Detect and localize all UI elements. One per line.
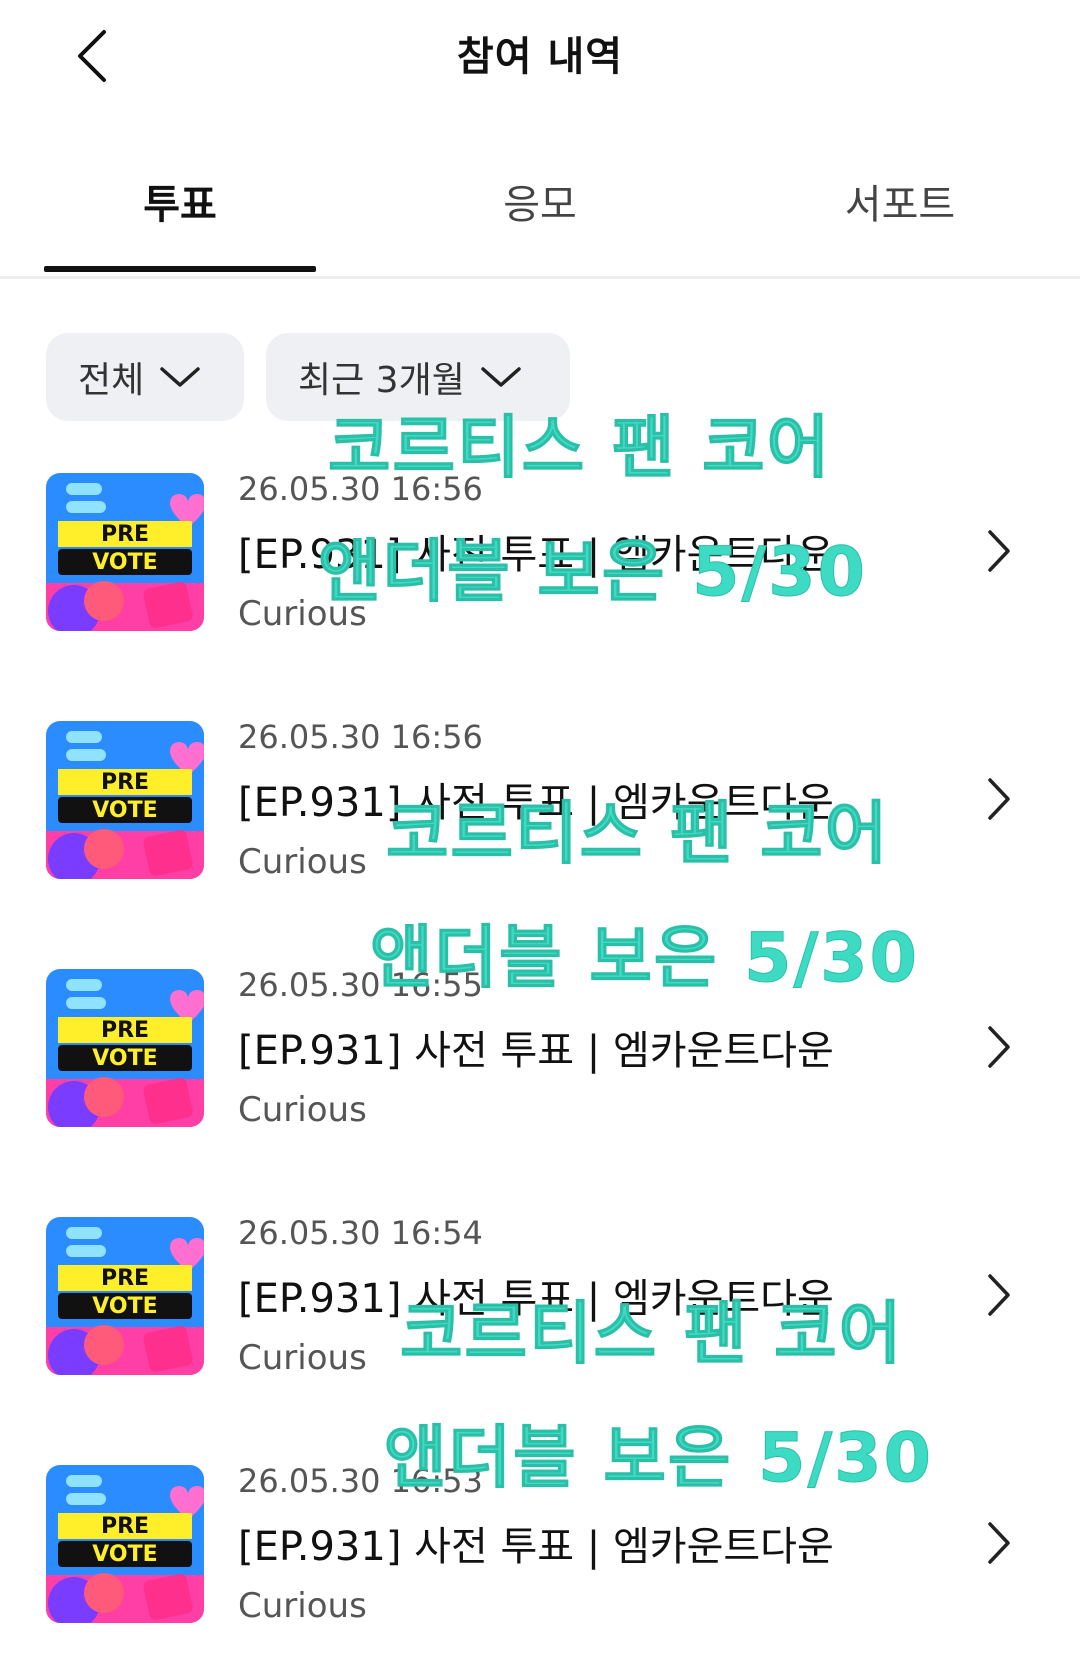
badge-top-text: PRE [101, 522, 149, 547]
item-title: [EP.931] 사전 투표 | 엠카운트다운 [238, 1028, 834, 1074]
badge-top-text: PRE [101, 770, 149, 795]
item-date: 26.05.30 16:54 [238, 1214, 483, 1252]
badge-top-text: PRE [101, 1018, 149, 1043]
item-subtitle: Curious [238, 1338, 367, 1378]
item-date: 26.05.30 16:55 [238, 966, 483, 1004]
badge-bottom-text: VOTE [92, 798, 157, 823]
filter-row: 전체 최근 3개월 [0, 333, 1080, 423]
badge-top-text: PRE [101, 1266, 149, 1291]
chevron-down-icon [481, 367, 521, 387]
item-title: [EP.931] 사전 투표 | 엠카운트다운 [238, 1276, 834, 1322]
chevron-down-icon [160, 367, 200, 387]
badge-bottom-text: VOTE [92, 1294, 157, 1319]
tab-bar: 투표 응모 서포트 [0, 150, 1080, 279]
header-bar: 참여 내역 [0, 0, 1080, 110]
badge-top-text: PRE [101, 1514, 149, 1539]
list-item[interactable]: PRE VOTE 26.05.30 16:55 [EP.931] 사전 투표 |… [0, 966, 1080, 1136]
item-subtitle: Curious [238, 1586, 367, 1626]
list-item[interactable]: PRE VOTE 26.05.30 16:56 [EP.931] 사전 투표 |… [0, 470, 1080, 640]
chevron-right-icon [988, 530, 1010, 572]
pre-vote-thumbnail: PRE VOTE [46, 1217, 204, 1375]
item-title: [EP.931] 사전 투표 | 엠카운트다운 [238, 532, 834, 578]
chevron-right-icon [988, 778, 1010, 820]
period-filter-label: 최근 3개월 [298, 360, 465, 401]
active-tab-indicator [44, 266, 316, 272]
chevron-right-icon [988, 1274, 1010, 1316]
item-date: 26.05.30 16:53 [238, 1462, 483, 1500]
item-title: [EP.931] 사전 투표 | 엠카운트다운 [238, 780, 834, 826]
item-title: [EP.931] 사전 투표 | 엠카운트다운 [238, 1524, 834, 1570]
page-title: 참여 내역 [456, 34, 624, 80]
category-filter-dropdown[interactable]: 전체 [46, 333, 244, 421]
badge-bottom-text: VOTE [92, 550, 157, 575]
item-subtitle: Curious [238, 594, 367, 634]
tab-entry[interactable]: 응모 [360, 172, 720, 230]
pre-vote-thumbnail: PRE VOTE [46, 721, 204, 879]
list-item[interactable]: PRE VOTE 26.05.30 16:54 [EP.931] 사전 투표 |… [0, 1214, 1080, 1384]
period-filter-dropdown[interactable]: 최근 3개월 [266, 333, 570, 421]
chevron-right-icon [988, 1522, 1010, 1564]
tab-vote[interactable]: 투표 [0, 172, 360, 230]
badge-bottom-text: VOTE [92, 1542, 157, 1567]
item-subtitle: Curious [238, 842, 367, 882]
pre-vote-thumbnail: PRE VOTE [46, 473, 204, 631]
item-date: 26.05.30 16:56 [238, 718, 483, 756]
list-item[interactable]: PRE VOTE 26.05.30 16:53 [EP.931] 사전 투표 |… [0, 1462, 1080, 1632]
pre-vote-thumbnail: PRE VOTE [46, 1465, 204, 1623]
item-subtitle: Curious [238, 1090, 367, 1130]
list-item[interactable]: PRE VOTE 26.05.30 16:56 [EP.931] 사전 투표 |… [0, 718, 1080, 888]
category-filter-label: 전체 [78, 360, 145, 401]
item-date: 26.05.30 16:56 [238, 470, 483, 508]
tab-support[interactable]: 서포트 [720, 172, 1080, 230]
pre-vote-thumbnail: PRE VOTE [46, 969, 204, 1127]
chevron-right-icon [988, 1026, 1010, 1068]
badge-bottom-text: VOTE [92, 1046, 157, 1071]
